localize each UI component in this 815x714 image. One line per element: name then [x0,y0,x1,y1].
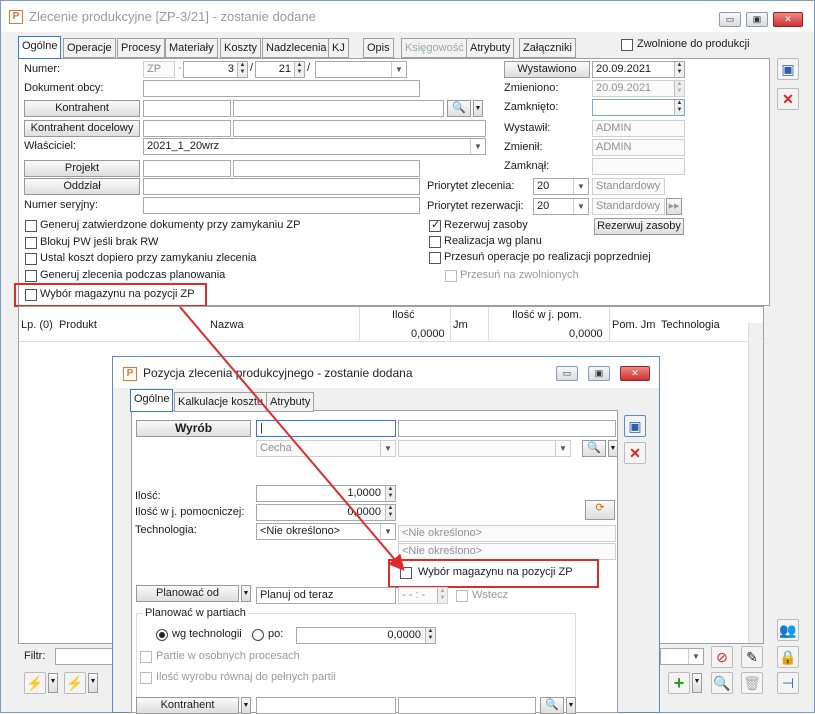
annotation-arrow [179,306,405,572]
